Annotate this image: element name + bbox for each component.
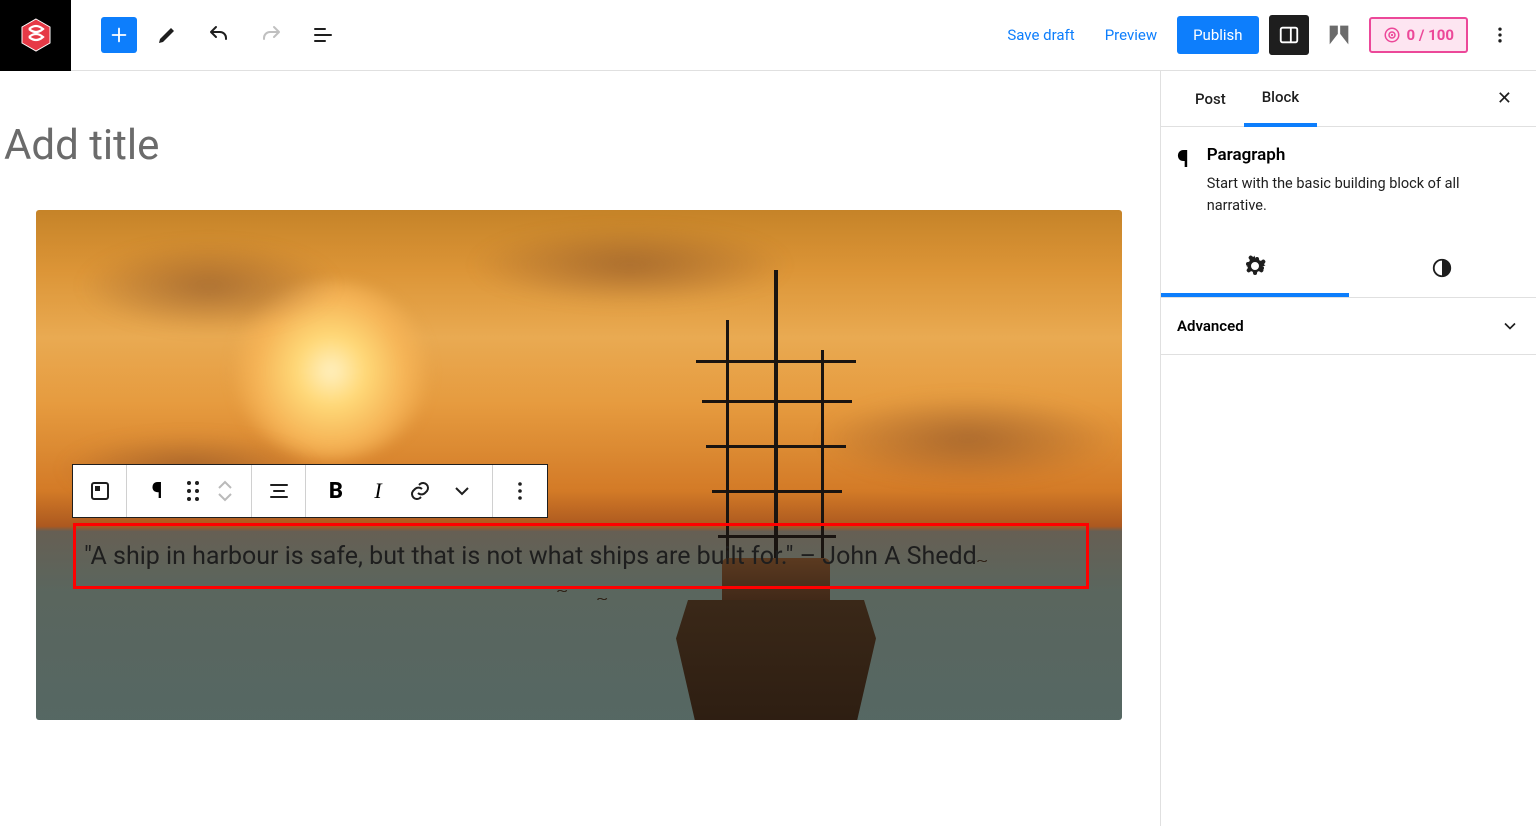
settings-sidebar-toggle-icon[interactable] <box>1269 15 1309 55</box>
block-mover[interactable] <box>217 480 233 502</box>
chevron-down-icon <box>1500 316 1520 336</box>
save-draft-button[interactable]: Save draft <box>997 18 1084 52</box>
block-type-group: ¶ <box>127 465 252 517</box>
align-icon[interactable] <box>252 465 306 517</box>
subtab-styles[interactable] <box>1349 239 1536 297</box>
toolbar-right: Save draft Preview Publish 0 / 100 <box>997 13 1536 57</box>
drag-handle-icon[interactable] <box>187 481 199 501</box>
sidebar-subtabs <box>1161 239 1536 298</box>
block-more-options-icon[interactable] <box>493 465 547 517</box>
link-icon[interactable] <box>408 479 432 503</box>
document-overview-icon[interactable] <box>301 13 345 57</box>
block-toolbar: ¶ B I <box>72 464 548 518</box>
topbar: Save draft Preview Publish 0 / 100 <box>0 0 1536 71</box>
italic-icon[interactable]: I <box>366 479 390 503</box>
selected-paragraph[interactable]: "A ship in harbour is safe, but that is … <box>73 523 1089 589</box>
preview-button[interactable]: Preview <box>1095 18 1167 52</box>
panel-advanced[interactable]: Advanced <box>1161 298 1536 355</box>
undo-icon[interactable] <box>197 13 241 57</box>
chevron-down-icon[interactable] <box>450 479 474 503</box>
edit-mode-icon[interactable] <box>145 13 189 57</box>
block-description: Start with the basic building block of a… <box>1207 173 1520 217</box>
paragraph-text[interactable]: "A ship in harbour is safe, but that is … <box>84 542 977 571</box>
panel-advanced-label: Advanced <box>1177 317 1244 335</box>
bird: ~ <box>596 592 608 605</box>
parent-block-icon[interactable] <box>73 465 127 517</box>
bold-icon[interactable]: B <box>324 479 348 503</box>
tab-post[interactable]: Post <box>1177 71 1244 126</box>
add-block-button[interactable] <box>101 17 137 53</box>
subtab-settings[interactable] <box>1161 239 1349 297</box>
readability-score-badge[interactable]: 0 / 100 <box>1369 17 1468 53</box>
block-info: ¶ Paragraph Start with the basic buildin… <box>1161 127 1536 239</box>
plugin-icon[interactable] <box>1319 15 1359 55</box>
tab-block[interactable]: Block <box>1244 72 1317 127</box>
cloud <box>79 241 339 331</box>
post-title-input[interactable]: Add title <box>0 71 1160 210</box>
paragraph-icon: ¶ <box>1177 145 1189 217</box>
publish-button[interactable]: Publish <box>1177 16 1258 54</box>
editor-canvas[interactable]: Add title ~ ~ ~ <box>0 71 1160 826</box>
more-options-icon[interactable] <box>1478 13 1522 57</box>
block-name: Paragraph <box>1207 145 1520 165</box>
close-sidebar-icon[interactable]: ✕ <box>1489 80 1520 117</box>
ship-silhouette <box>646 270 906 720</box>
sidebar-tabs: Post Block ✕ <box>1161 71 1536 127</box>
app-logo[interactable] <box>0 0 71 71</box>
toolbar-left <box>71 13 345 57</box>
settings-sidebar: Post Block ✕ ¶ Paragraph Start with the … <box>1160 71 1536 826</box>
format-group: B I <box>306 465 493 517</box>
score-text: 0 / 100 <box>1407 26 1454 44</box>
redo-icon <box>249 13 293 57</box>
paragraph-type-icon[interactable]: ¶ <box>145 479 169 503</box>
